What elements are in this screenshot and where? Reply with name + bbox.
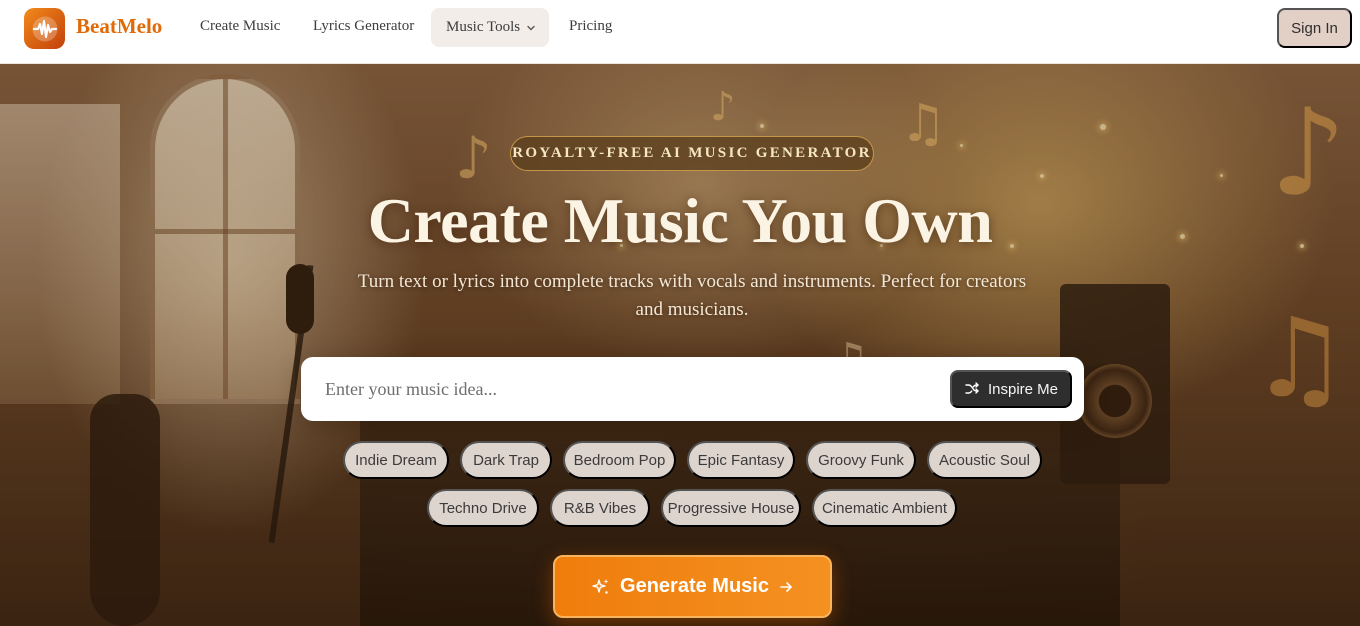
inspire-me-button[interactable]: Inspire Me	[950, 370, 1072, 408]
nav-pricing[interactable]: Pricing	[569, 18, 612, 35]
nav-create-music[interactable]: Create Music	[200, 18, 280, 35]
style-chip-acoustic-soul[interactable]: Acoustic Soul	[927, 441, 1042, 479]
generate-music-button[interactable]: Generate Music	[553, 555, 832, 618]
style-chip-techno-drive[interactable]: Techno Drive	[427, 489, 539, 527]
generate-music-label: Generate Music	[620, 575, 769, 597]
music-idea-search-box: Inspire Me	[301, 357, 1084, 421]
hero-section: ♫ ♪ ♪ ♪ ♫ ♫ ROYALTY-FREE AI MUSIC GENERA…	[0, 64, 1360, 626]
sign-in-button[interactable]: Sign In	[1277, 8, 1352, 48]
arrow-right-icon	[780, 581, 792, 592]
shuffle-icon	[965, 382, 979, 394]
music-idea-input[interactable]	[325, 371, 925, 407]
waveform-icon	[32, 16, 57, 41]
nav-music-tools-label: Music Tools	[446, 19, 521, 35]
sparkles-icon	[592, 578, 609, 594]
style-chip-progressive-house[interactable]: Progressive House	[661, 489, 801, 527]
style-chip-cinematic-ambient[interactable]: Cinematic Ambient	[812, 489, 957, 527]
style-chip-epic-fantasy[interactable]: Epic Fantasy	[687, 441, 795, 479]
nav-lyrics-generator[interactable]: Lyrics Generator	[313, 18, 414, 35]
inspire-me-label: Inspire Me	[987, 380, 1059, 398]
style-chip-indie-dream[interactable]: Indie Dream	[343, 441, 449, 479]
hero-title: Create Music You Own	[367, 185, 993, 256]
chevron-down-icon	[527, 25, 535, 30]
hero-badge: ROYALTY-FREE AI MUSIC GENERATOR	[510, 136, 874, 171]
style-chip-rnb-vibes[interactable]: R&B Vibes	[550, 489, 650, 527]
top-navbar: BeatMelo Create Music Lyrics Generator M…	[0, 0, 1360, 64]
nav-music-tools-dropdown[interactable]: Music Tools	[431, 8, 549, 47]
brand-logo[interactable]	[24, 8, 65, 49]
hero-subtitle: Turn text or lyrics into complete tracks…	[357, 271, 1027, 320]
style-chip-groovy-funk[interactable]: Groovy Funk	[806, 441, 916, 479]
brand-name[interactable]: BeatMelo	[76, 14, 162, 39]
style-chip-bedroom-pop[interactable]: Bedroom Pop	[563, 441, 676, 479]
style-chip-dark-trap[interactable]: Dark Trap	[460, 441, 552, 479]
